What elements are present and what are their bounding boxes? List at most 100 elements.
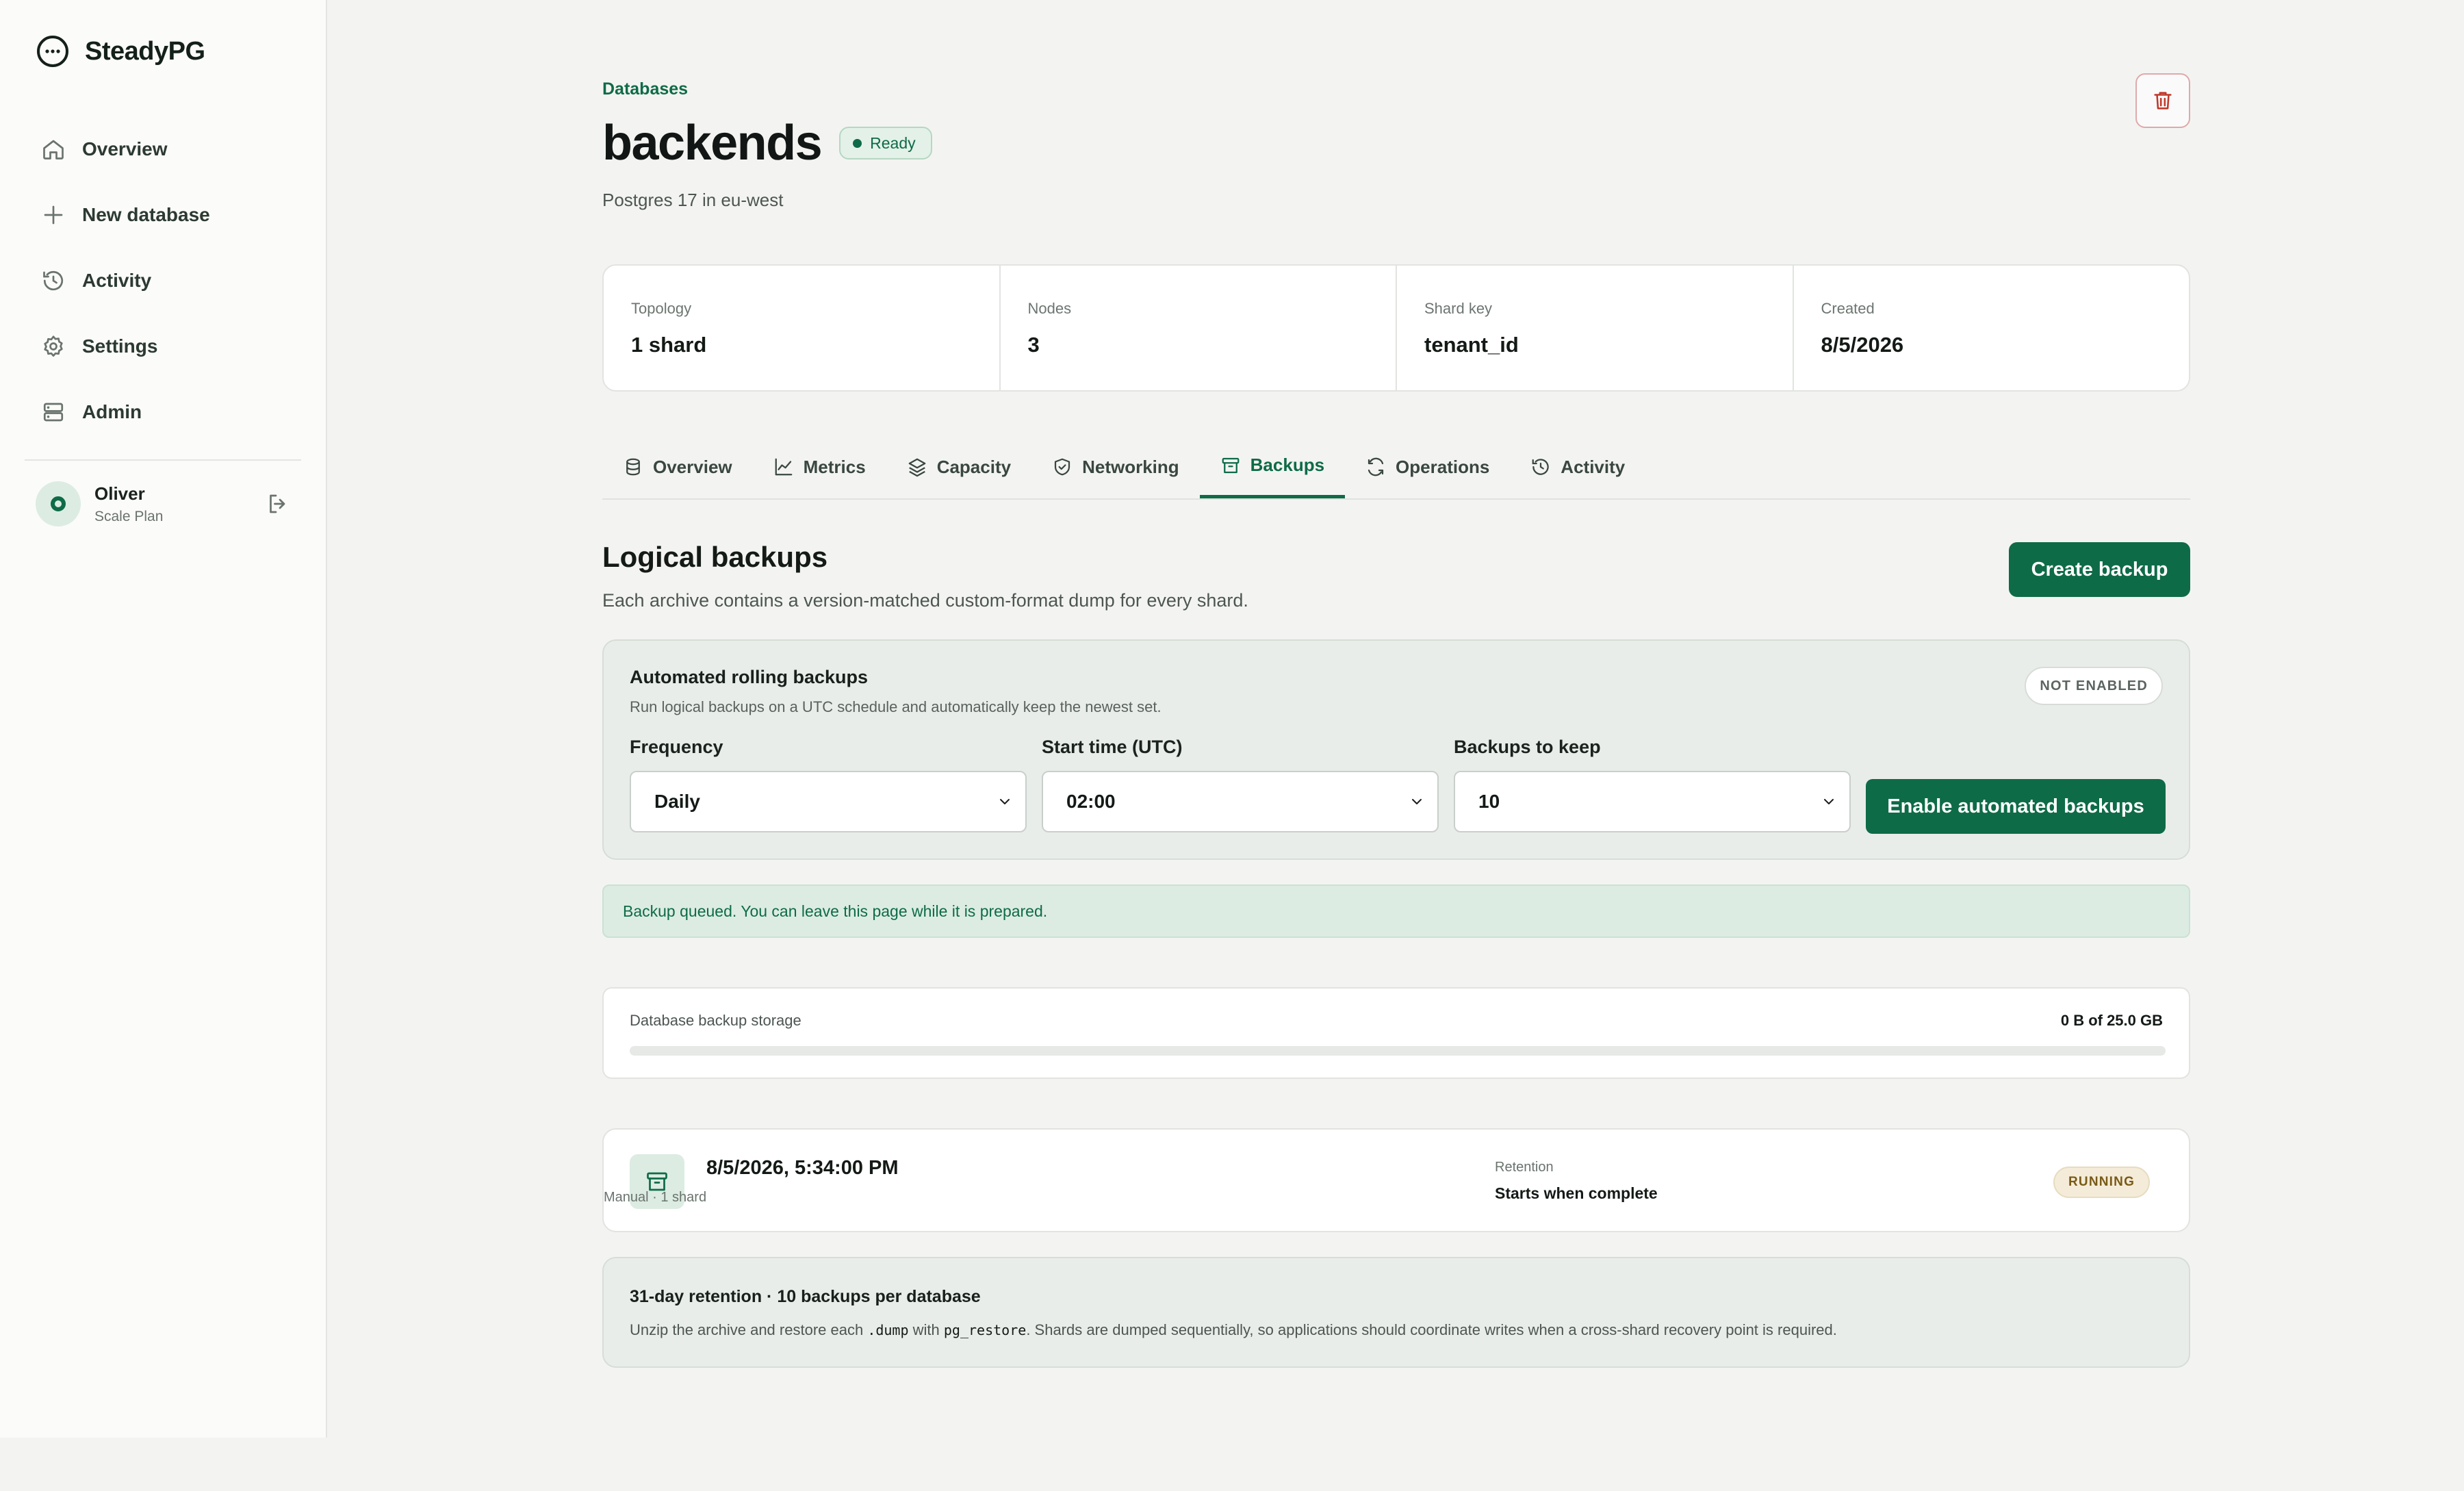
retention-info-title: 31-day retention · 10 backups per databa… [630,1287,981,1306]
stat-value: tenant_id [1424,333,1519,357]
tab-operations[interactable]: Operations [1345,435,1510,498]
stat-nodes: Nodes 3 [1001,266,1397,390]
backup-storage-card: Database backup storage 0 B of 25.0 GB [602,987,2190,1079]
frequency-select[interactable]: Daily [630,771,1027,832]
sidebar: SteadyPG Overview New database Activity … [0,0,327,1438]
sidebar-item-activity[interactable]: Activity [25,248,301,314]
sidebar-item-label: Settings [82,335,158,357]
automated-backups-title: Automated rolling backups [630,667,869,687]
backups-to-keep-label: Backups to keep [1454,737,1601,757]
sidebar-item-settings[interactable]: Settings [25,314,301,379]
page-title: backends [602,116,823,170]
start-time-value: 02:00 [1066,791,1116,812]
stat-value: 3 [1027,333,1040,357]
backups-to-keep-field: Backups to keep 10 [1454,737,1851,832]
stat-label: Nodes [1027,300,1072,317]
automated-backups-card: Automated rolling backups Run logical ba… [602,639,2190,860]
tab-label: Overview [653,456,732,477]
retention-label: Retention [1495,1160,1554,1175]
layers-icon [908,458,926,477]
status-label: Ready [870,133,916,152]
frequency-label: Frequency [630,737,723,757]
backups-to-keep-value: 10 [1478,791,1500,812]
user-card: Oliver Scale Plan [36,481,290,527]
stat-label: Created [1821,300,1875,317]
sidebar-item-label: Admin [82,401,142,422]
sidebar-item-label: Activity [82,270,152,291]
sidebar-item-label: New database [82,204,210,225]
tab-capacity[interactable]: Capacity [886,435,1031,498]
logo-icon [37,36,68,67]
sidebar-item-new-database[interactable]: New database [25,182,301,248]
page-subtitle: Postgres 17 in eu-west [602,190,784,210]
backup-queued-banner: Backup queued. You can leave this page w… [602,884,2190,938]
trash-icon [2154,92,2172,110]
status-badge: Ready [839,127,932,160]
tab-label: Metrics [803,456,866,477]
sidebar-item-label: Overview [82,138,168,160]
history-icon [43,270,64,291]
section-title: Logical backups [602,541,828,573]
retention-info-card: 31-day retention · 10 backups per databa… [602,1257,2190,1368]
storage-value: 0 B of 25.0 GB [2060,1012,2163,1029]
chart-line-icon [775,458,793,476]
tab-metrics[interactable]: Metrics [753,435,886,498]
automated-backups-description: Run logical backups on a UTC schedule an… [630,698,1162,715]
shield-icon [1054,458,1070,476]
chevron-down-icon [1000,799,1010,804]
frequency-value: Daily [654,791,700,812]
stat-label: Shard key [1424,300,1493,317]
backup-list-item[interactable]: 8/5/2026, 5:34:00 PM Manual · 1 shard Re… [602,1128,2190,1232]
start-time-label: Start time (UTC) [1042,737,1183,757]
stat-value: 8/5/2026 [1821,333,1904,357]
start-time-field: Start time (UTC) 02:00 [1042,737,1439,832]
tab-bar: Overview Metrics Capacity Networking Bac… [602,435,2190,500]
tab-activity[interactable]: Activity [1510,435,1645,498]
logout-icon[interactable] [266,492,290,516]
running-status-badge: RUNNING [2053,1167,2151,1198]
breadcrumb[interactable]: Databases [602,79,688,99]
tab-backups[interactable]: Backups [1199,435,1346,498]
sidebar-divider [25,459,301,461]
history-icon [1532,459,1549,475]
tab-label: Activity [1561,456,1626,477]
server-icon [43,403,64,422]
tab-overview[interactable]: Overview [602,435,753,498]
tab-label: Backups [1250,455,1325,475]
chevron-down-icon [1824,799,1834,804]
section-description: Each archive contains a version-matched … [602,590,1248,611]
tab-label: Networking [1082,456,1179,477]
home-icon [43,140,64,160]
retention-info-text: Unzip the archive and restore each .dump… [630,1321,1837,1338]
tab-label: Capacity [936,456,1012,477]
archive-icon [1222,457,1240,473]
enable-automated-backups-button[interactable]: Enable automated backups [1866,779,2166,834]
storage-progress-bar [630,1046,2166,1056]
gear-icon [44,335,63,357]
frequency-field: Frequency Daily [630,737,1027,832]
brand-name: SteadyPG [85,36,205,66]
refresh-icon [1368,457,1384,476]
status-dot-icon [853,138,862,148]
stat-label: Topology [631,300,692,317]
sidebar-nav: Overview New database Activity Settings … [25,116,301,445]
delete-database-button[interactable] [2135,73,2190,128]
dump-code: .dump [867,1322,909,1338]
create-backup-button[interactable]: Create backup [2009,542,2190,597]
stat-value: 1 shard [631,333,707,357]
backup-meta: Manual · 1 shard [604,1190,707,1205]
brand[interactable]: SteadyPG [36,34,205,68]
start-time-select[interactable]: 02:00 [1042,771,1439,832]
sidebar-item-admin[interactable]: Admin [25,379,301,445]
avatar[interactable] [36,481,81,526]
not-enabled-badge: NOT ENABLED [2025,667,2163,705]
user-plan: Scale Plan [94,508,164,524]
sidebar-item-overview[interactable]: Overview [25,116,301,182]
backups-to-keep-select[interactable]: 10 [1454,771,1851,832]
stat-shard-key: Shard key tenant_id [1397,266,1794,390]
tab-networking[interactable]: Networking [1031,435,1200,498]
stat-created: Created 8/5/2026 [1794,266,2190,390]
stat-topology: Topology 1 shard [604,266,1001,390]
stats-card: Topology 1 shard Nodes 3 Shard key tenan… [602,264,2190,392]
backup-timestamp: 8/5/2026, 5:34:00 PM [706,1157,899,1179]
